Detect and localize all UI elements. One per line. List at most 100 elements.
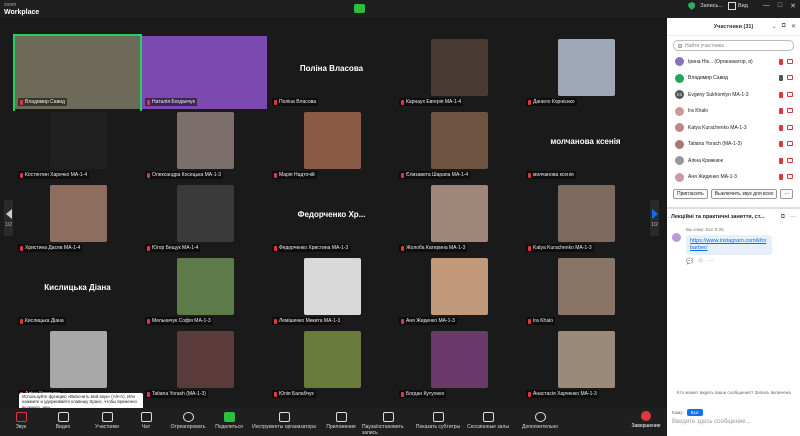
- invite-button[interactable]: Пригласить: [673, 189, 708, 199]
- video-tile[interactable]: Марія Надточій: [269, 109, 394, 182]
- more-button[interactable]: Дополнительно: [514, 408, 566, 430]
- recording-status[interactable]: Запись...: [700, 3, 723, 9]
- chevron-down-icon[interactable]: ⌄: [772, 23, 777, 30]
- chat-visibility-info[interactable]: Кто может видеть ваши сообщения? Запись …: [677, 390, 795, 396]
- video-tile[interactable]: Богдан Кутуонко: [396, 328, 521, 401]
- video-tile[interactable]: Карнаух Евгерія МА-1-4: [396, 36, 521, 109]
- video-tile[interactable]: Єлизавета Шарапа МА-1-4: [396, 109, 521, 182]
- participant-name: Югор Бещук МА-1-4: [152, 245, 199, 251]
- avatar: [675, 172, 684, 182]
- participant-row-name: Владимир Савид: [688, 75, 728, 81]
- heart-button[interactable]: Отреагировать: [166, 408, 210, 430]
- video-tile[interactable]: молчанова ксенія молчанова ксенія: [523, 109, 648, 182]
- video-tile[interactable]: Мельничук Софія МА-1-3: [142, 255, 267, 328]
- muted-mic-icon: [528, 318, 531, 324]
- share-button[interactable]: Поделиться: [210, 408, 248, 430]
- shield-button[interactable]: Инструменты организатора: [248, 408, 320, 430]
- video-tile[interactable]: Наталія Богданчук: [142, 36, 267, 109]
- toolbar-label: Сессионные залы: [467, 424, 509, 430]
- video-tile[interactable]: Данило Корнієнко: [523, 36, 648, 109]
- participant-name: Лемішенко Микита МА-1-3: [279, 318, 341, 324]
- participant-video: [558, 258, 615, 315]
- popout-chat-icon[interactable]: ⧉: [781, 214, 785, 221]
- top-right-controls: Запись... Вид — □ ✕: [688, 2, 796, 10]
- muted-mic-icon: [401, 391, 404, 397]
- mic-status-icon: [779, 141, 783, 147]
- more-options-button[interactable]: ···: [780, 189, 794, 199]
- video-tile[interactable]: Поліна Власова Поліна Власова: [269, 36, 394, 109]
- participant-row[interactable]: Ira Khalo: [675, 105, 793, 118]
- video-tile[interactable]: Олександра Косецька МА-1-3: [142, 109, 267, 182]
- end-call-icon: [641, 411, 651, 421]
- zoom-logo: zoom Workplace: [4, 2, 39, 16]
- participant-display-name: Поліна Власова: [299, 64, 364, 73]
- muted-mic-icon: [274, 172, 277, 178]
- view-button[interactable]: Вид: [727, 2, 748, 10]
- chat-button[interactable]: Чат: [126, 408, 166, 430]
- share-indicator-icon[interactable]: [354, 4, 365, 13]
- apps-button[interactable]: Приложения: [320, 408, 362, 430]
- participant-name: Карнаух Евгерія МА-1-4: [406, 99, 462, 105]
- participant-video: [431, 112, 488, 169]
- more-chat-icon[interactable]: ···: [790, 214, 796, 221]
- avatar-initials: ES: [676, 92, 683, 97]
- toolbar-label: Звук: [15, 424, 27, 430]
- recipient-select[interactable]: Все: [686, 409, 703, 416]
- video-tile[interactable]: Лемішенко Микита МА-1-3: [269, 255, 394, 328]
- minimize-icon[interactable]: —: [763, 2, 770, 10]
- muted-mic-icon: [274, 245, 277, 251]
- participant-row[interactable]: ES Evgeny Sukhomlyn МА-1-3: [675, 88, 793, 101]
- video-tile[interactable]: Tatiana Yorash (МА-1-3): [142, 328, 267, 401]
- video-tile[interactable]: Христина Дасев МА-1-4: [15, 182, 140, 255]
- video-tile[interactable]: Владимир Савид: [13, 34, 142, 111]
- maximize-icon[interactable]: □: [778, 2, 782, 10]
- more-icon[interactable]: ···: [708, 258, 714, 265]
- gallery-prev-page-button[interactable]: 1/2: [4, 200, 13, 236]
- reply-icon[interactable]: 💬: [686, 258, 693, 265]
- chat-compose-input[interactable]: Введите здесь сообщение...: [672, 419, 751, 425]
- participant-video: [304, 112, 361, 169]
- participant-row[interactable]: Аня Жиденко МА-1-3: [675, 171, 793, 184]
- security-shield-icon[interactable]: [688, 2, 696, 10]
- participant-name: Кислицька Діана: [25, 318, 64, 324]
- video-tile[interactable]: Югор Бещук МА-1-4: [142, 182, 267, 255]
- video-tile[interactable]: Katya Kurachenko МА-1-3: [523, 182, 648, 255]
- participant-row[interactable]: Tatiana Yorach (МА-1-3): [675, 138, 793, 151]
- video-tile[interactable]: Федорченко Хр... Федорченко Христина МА-1…: [269, 182, 394, 255]
- camera-button[interactable]: Видео: [38, 408, 88, 430]
- gallery-next-page-button[interactable]: 1/2: [650, 200, 659, 236]
- record-button[interactable]: Пауза/остановить запись: [362, 408, 414, 436]
- rooms-button[interactable]: Сессионные залы: [462, 408, 514, 430]
- captions-button[interactable]: Показать субтитры: [414, 408, 462, 430]
- close-icon[interactable]: ✕: [790, 2, 796, 10]
- video-tile[interactable]: Костянтин Харечко МА-1-4: [15, 109, 140, 182]
- mute-all-button[interactable]: Выключить звук для всех: [710, 189, 778, 199]
- participants-button[interactable]: Участники: [88, 408, 126, 430]
- logo-top-text: zoom: [4, 2, 17, 8]
- participant-row[interactable]: Аліна Крижнюк: [675, 154, 793, 167]
- popout-icon[interactable]: ⧉: [782, 23, 786, 30]
- end-meeting-button[interactable]: Завершение: [630, 411, 662, 429]
- close-panel-icon[interactable]: ✕: [791, 23, 796, 30]
- muted-mic-icon: [20, 245, 23, 251]
- participant-name: молчанова ксенія: [533, 172, 574, 178]
- video-tile[interactable]: Аня Жиденко МА-1-3: [396, 255, 521, 328]
- participant-search-input[interactable]: Найти участника: [673, 40, 794, 51]
- camera-status-icon: [787, 91, 793, 97]
- message-link[interactable]: https://www.instagram.com/kforbarber/: [686, 235, 772, 255]
- chat-header-controls: ⧉ ···: [781, 214, 796, 221]
- microphone-button[interactable]: Звук: [4, 408, 38, 430]
- video-tile[interactable]: Ira Khalo: [523, 255, 648, 328]
- video-tile[interactable]: Жолоба Катерина МА-1-3: [396, 182, 521, 255]
- participant-row[interactable]: Ірина Нік... (Организатор, я): [675, 55, 793, 68]
- video-tile[interactable]: Аліна Крижнюк: [15, 328, 140, 401]
- video-tile[interactable]: Кислицька Діана Кислицька Діана: [15, 255, 140, 328]
- participant-row[interactable]: Katya Kurachenko МА-1-3: [675, 121, 793, 134]
- mic-status-icon: [779, 157, 783, 164]
- logo-bottom-text: Workplace: [4, 9, 40, 16]
- participant-video: [50, 185, 107, 242]
- video-tile[interactable]: Анастасія Харченко МА-1-3: [523, 328, 648, 401]
- emoji-icon[interactable]: ☺: [697, 258, 703, 265]
- video-tile[interactable]: Юлія Балабчук: [269, 328, 394, 401]
- participant-row[interactable]: Владимир Савид: [675, 72, 793, 85]
